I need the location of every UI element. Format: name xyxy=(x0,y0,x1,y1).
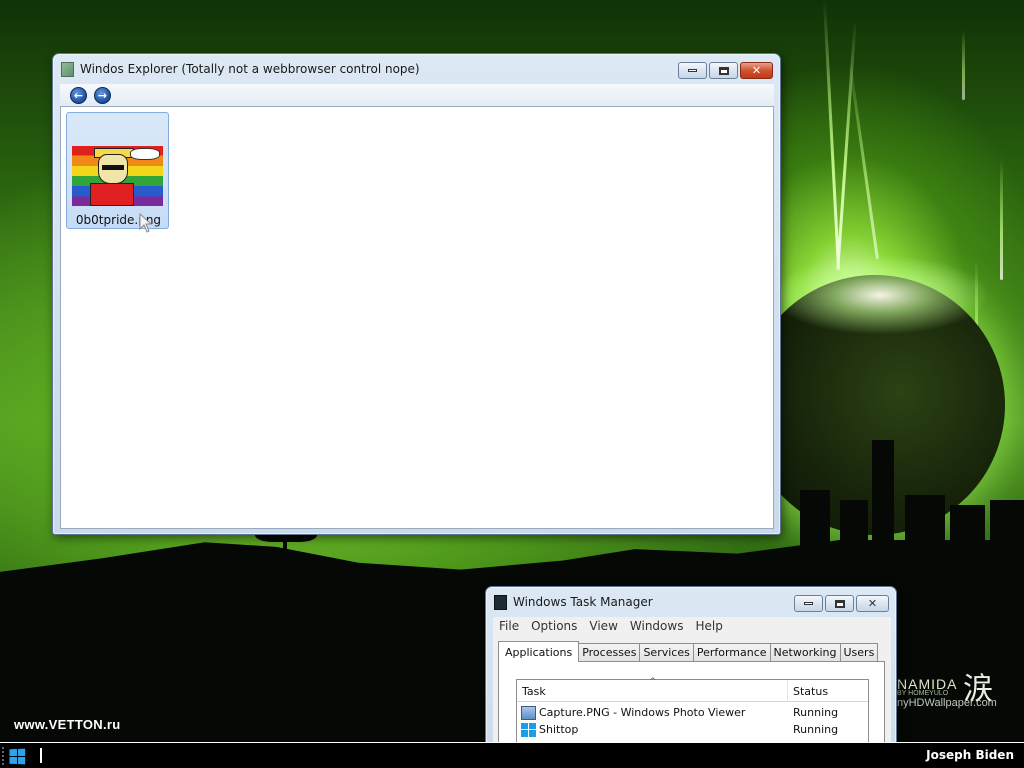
explorer-app-icon xyxy=(61,61,74,77)
minimize-button[interactable] xyxy=(794,595,823,612)
file-item[interactable]: 0b0tpride.png xyxy=(66,112,169,233)
column-header-status[interactable]: Status xyxy=(788,680,868,702)
navigation-bar: ← → xyxy=(60,84,774,106)
thumbnail-shirt xyxy=(90,183,134,206)
taskbar-separator xyxy=(40,748,42,763)
explorer-title: Windos Explorer (Totally not a webbrowse… xyxy=(80,62,420,76)
task-manager-window[interactable]: Windows Task Manager ✕ File Options View… xyxy=(485,586,897,768)
task-manager-app-icon xyxy=(494,594,507,610)
close-button[interactable]: ✕ xyxy=(856,595,889,612)
window-controls: ✕ xyxy=(676,62,773,79)
maximize-icon xyxy=(834,599,845,608)
forward-button[interactable]: → xyxy=(94,86,111,104)
start-button[interactable] xyxy=(4,746,30,766)
menu-bar: File Options View Windows Help xyxy=(493,617,891,635)
task-name: Shittop xyxy=(539,723,579,736)
task-manager-title: Windows Task Manager xyxy=(513,595,653,609)
list-header: ^ Task Status xyxy=(517,677,868,702)
minimize-icon xyxy=(688,69,697,72)
menu-options[interactable]: Options xyxy=(525,619,583,633)
menu-view[interactable]: View xyxy=(583,619,623,633)
back-arrow-icon: ← xyxy=(73,88,84,102)
close-icon: ✕ xyxy=(867,597,878,610)
task-status: Running xyxy=(793,706,839,719)
maximize-icon xyxy=(718,66,729,75)
image-thumbnail xyxy=(72,146,163,206)
task-cell: Shittop xyxy=(517,722,788,737)
windows-logo-icon xyxy=(9,748,26,764)
close-button[interactable]: ✕ xyxy=(740,62,773,79)
minimize-icon xyxy=(804,602,813,605)
photo-viewer-icon xyxy=(521,705,536,720)
tab-networking[interactable]: Networking xyxy=(769,643,841,661)
windows-logo-icon xyxy=(521,722,536,737)
explorer-window[interactable]: Windos Explorer (Totally not a webbrowse… xyxy=(52,53,781,535)
light-beam xyxy=(962,30,965,100)
maximize-button[interactable] xyxy=(825,595,854,612)
window-controls: ✕ xyxy=(792,595,889,612)
task-name: Capture.PNG - Windows Photo Viewer xyxy=(539,706,746,719)
close-icon: ✕ xyxy=(751,64,762,77)
maximize-button[interactable] xyxy=(709,62,738,79)
tab-users[interactable]: Users xyxy=(839,643,879,661)
column-status-label: Status xyxy=(793,685,829,698)
thumbnail-glasses xyxy=(102,165,124,170)
user-name[interactable]: Joseph Biden xyxy=(926,748,1014,762)
menu-file[interactable]: File xyxy=(493,619,525,633)
thumbnail-speech-bubble xyxy=(130,148,160,160)
taskbar: Joseph Biden xyxy=(0,742,1024,768)
column-header-task[interactable]: ^ Task xyxy=(517,677,788,702)
minimize-button[interactable] xyxy=(678,62,707,79)
table-row[interactable]: Shittop Running xyxy=(517,721,868,738)
task-status: Running xyxy=(793,723,839,736)
back-button[interactable]: ← xyxy=(70,86,87,104)
wallpaper-watermark: www.VETTON.ru xyxy=(14,717,121,732)
wallpaper-kanji: 涙 xyxy=(963,672,993,707)
menu-windows[interactable]: Windows xyxy=(624,619,690,633)
menu-help[interactable]: Help xyxy=(689,619,728,633)
light-beam xyxy=(1000,160,1003,280)
file-view[interactable]: 0b0tpride.png xyxy=(60,106,774,529)
tab-performance[interactable]: Performance xyxy=(692,643,771,661)
tab-processes[interactable]: Processes xyxy=(578,643,641,661)
tab-strip: Applications Processes Services Performa… xyxy=(498,641,879,662)
forward-arrow-icon: → xyxy=(97,88,108,102)
light-flare xyxy=(770,255,990,335)
task-cell: Capture.PNG - Windows Photo Viewer xyxy=(517,705,788,720)
table-row[interactable]: Capture.PNG - Windows Photo Viewer Runni… xyxy=(517,704,868,721)
tab-applications[interactable]: Applications xyxy=(498,641,580,662)
column-task-label: Task xyxy=(522,685,546,698)
wallpaper-author: BY HOMEYULO xyxy=(897,690,949,697)
tab-services[interactable]: Services xyxy=(639,643,694,661)
sort-ascending-icon: ^ xyxy=(649,677,657,687)
explorer-titlebar[interactable]: Windos Explorer (Totally not a webbrowse… xyxy=(53,54,780,84)
